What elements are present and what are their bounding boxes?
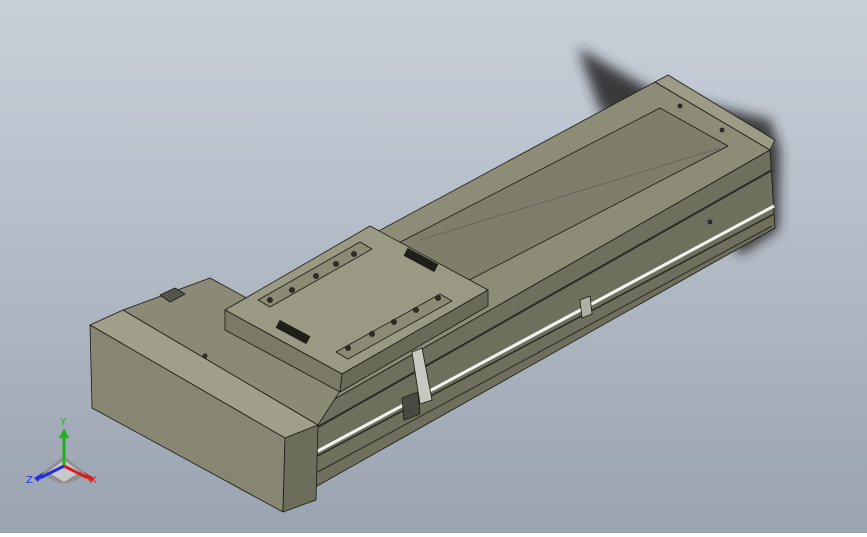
coordinate-triad: Y X Z (22, 418, 108, 498)
x-axis-label: X (90, 475, 97, 486)
z-axis-label: Z (26, 475, 33, 486)
motor-housing-side (282, 424, 319, 513)
y-axis-arrow (59, 428, 69, 438)
y-axis-label: Y (60, 417, 67, 428)
triad-graphic (34, 428, 94, 483)
viewport-canvas[interactable] (0, 0, 867, 533)
sensor-bracket-rear (579, 295, 593, 319)
3d-viewport[interactable]: Y X Z (0, 0, 867, 533)
